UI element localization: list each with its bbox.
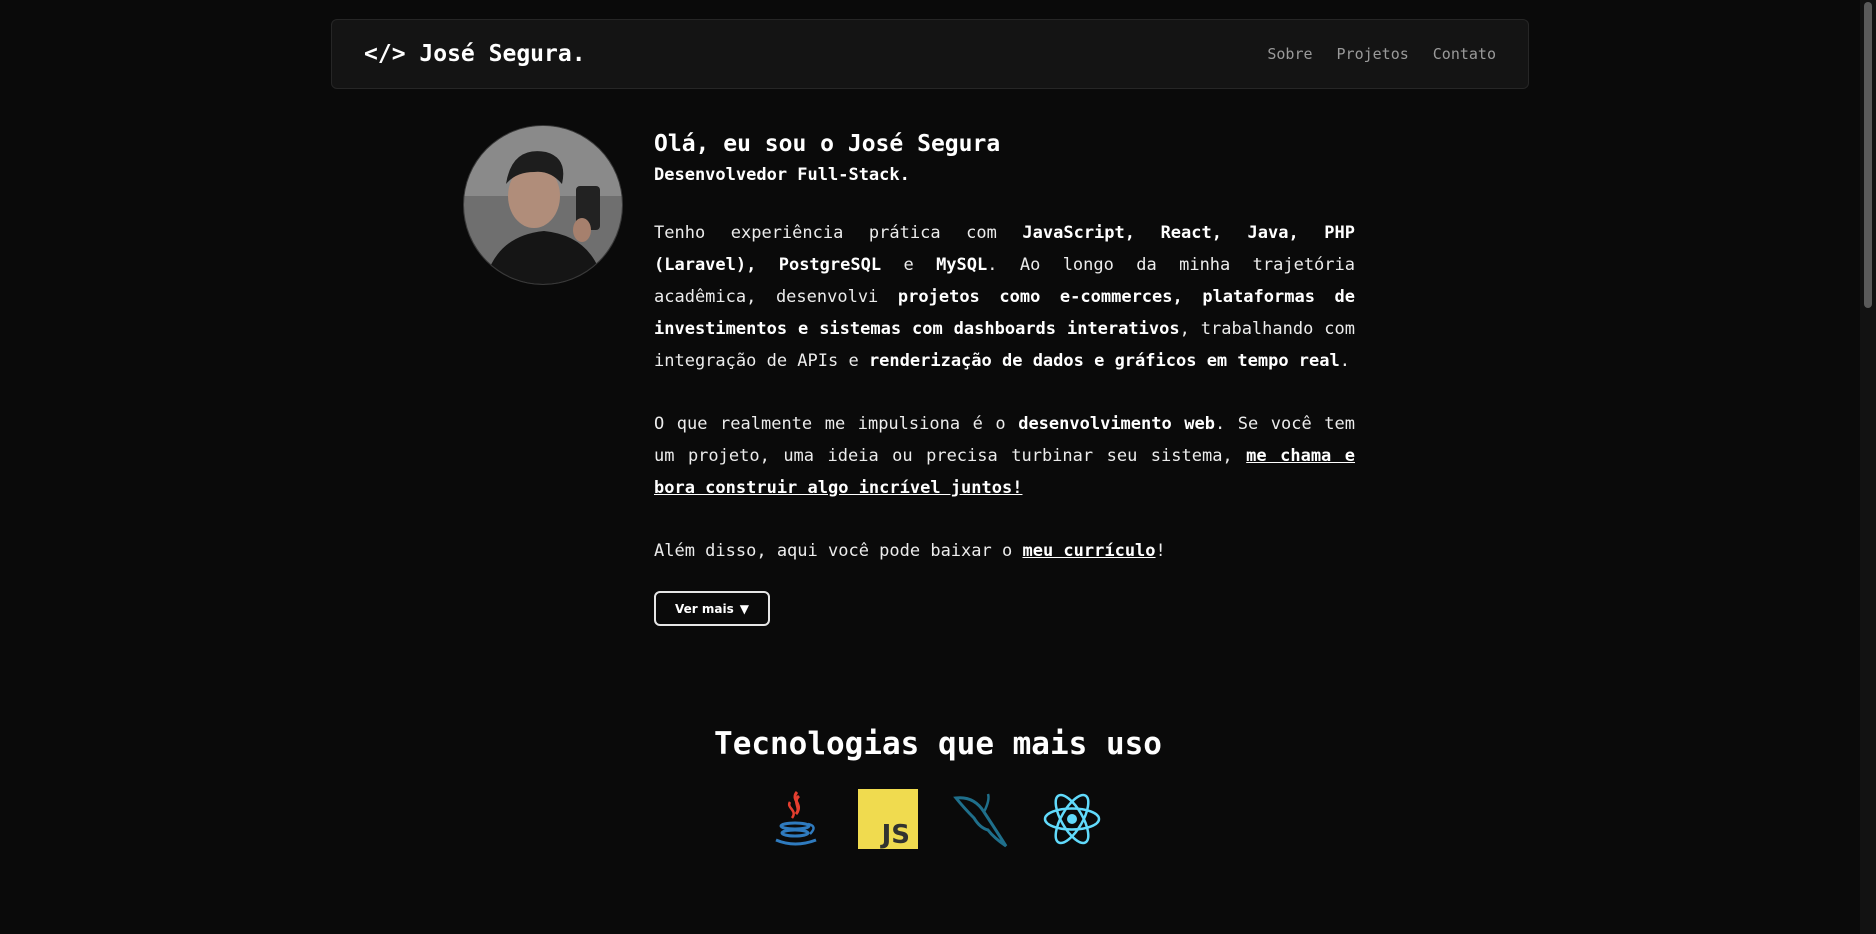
ver-mais-button[interactable]: Ver mais ▼ bbox=[654, 591, 770, 626]
role-subheading: Desenvolvedor Full-Stack. bbox=[654, 165, 910, 185]
profile-avatar bbox=[463, 125, 623, 285]
nav-link-projetos[interactable]: Projetos bbox=[1337, 45, 1409, 63]
about-section: Olá, eu sou o José Segura Desenvolvedor … bbox=[654, 128, 1355, 567]
ver-mais-label: Ver mais bbox=[675, 601, 734, 616]
about-paragraph-resume: Além disso, aqui você pode baixar o meu … bbox=[654, 541, 1166, 561]
top-navbar: </> José Segura. Sobre Projetos Contato bbox=[331, 19, 1529, 89]
nav-link-sobre[interactable]: Sobre bbox=[1267, 45, 1312, 63]
profile-photo bbox=[464, 126, 622, 284]
about-paragraph-experience: Tenho experiência prática com JavaScript… bbox=[654, 223, 1356, 371]
triangle-down-icon: ▼ bbox=[739, 601, 749, 616]
technologies-list: JS bbox=[766, 788, 1102, 850]
javascript-icon: JS bbox=[858, 788, 918, 850]
page-scrollbar[interactable] bbox=[1860, 0, 1876, 934]
nav-link-contato[interactable]: Contato bbox=[1433, 45, 1496, 63]
nav-menu: Sobre Projetos Contato bbox=[1267, 45, 1496, 63]
intro-heading: Olá, eu sou o José Segura bbox=[654, 131, 1001, 157]
about-paragraph-motivation: O que realmente me impulsiona é o desenv… bbox=[654, 414, 1355, 498]
svg-text:JS: JS bbox=[880, 820, 910, 849]
scrollbar-thumb[interactable] bbox=[1864, 2, 1872, 308]
java-icon bbox=[766, 788, 826, 850]
technologies-title: Tecnologias que mais uso bbox=[714, 726, 1162, 762]
resume-download-link[interactable]: meu currículo bbox=[1022, 541, 1155, 561]
react-icon bbox=[1042, 788, 1102, 850]
brand-logo[interactable]: </> José Segura. bbox=[364, 41, 586, 67]
mysql-icon bbox=[950, 788, 1010, 850]
